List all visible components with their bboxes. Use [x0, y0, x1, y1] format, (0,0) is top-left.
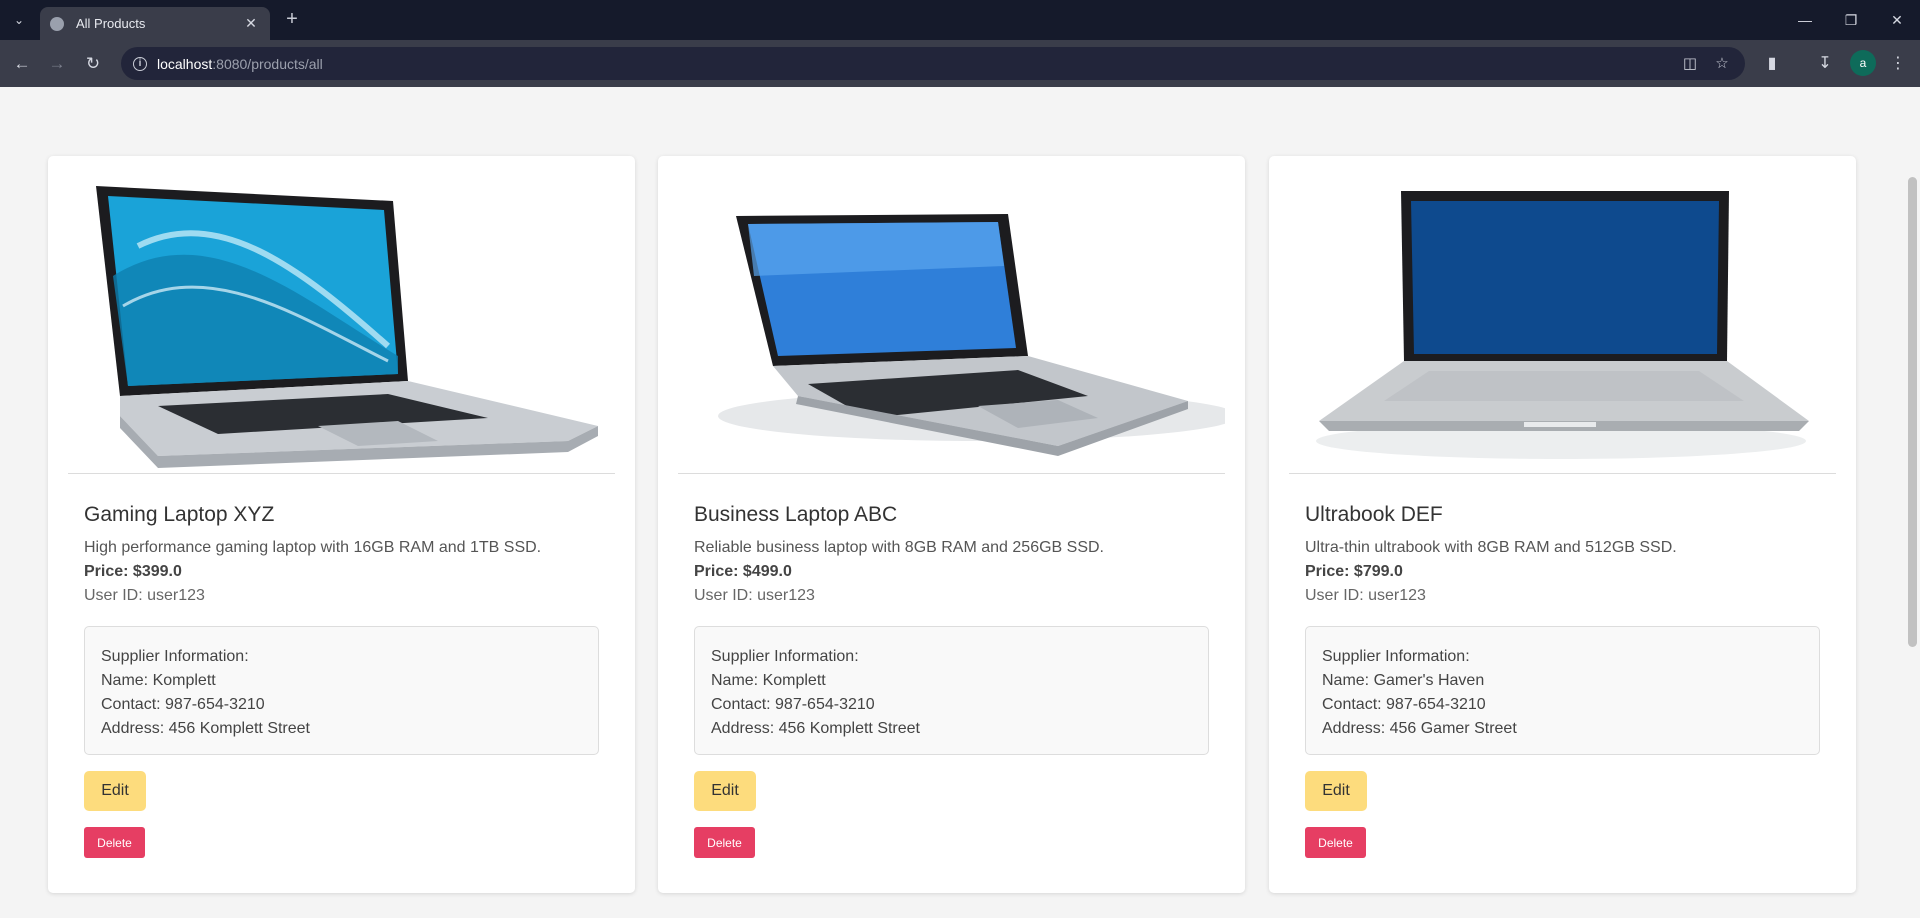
edit-button[interactable]: Edit	[84, 771, 146, 811]
bookmark-star-icon[interactable]: ☆	[1710, 54, 1734, 74]
url-path: :8080/products/all	[212, 55, 323, 72]
product-price: Price: $499.0	[694, 563, 792, 580]
globe-icon	[50, 16, 64, 31]
supplier-contact: Contact: 987-654-3210	[1322, 696, 1486, 713]
product-card: Gaming Laptop XYZ High performance gamin…	[48, 156, 635, 893]
tab-search-chevron-icon[interactable]: ⌄	[8, 9, 30, 31]
supplier-heading: Supplier Information:	[101, 648, 249, 665]
forward-arrow-icon[interactable]: →	[45, 52, 69, 76]
delete-button[interactable]: Delete	[694, 827, 755, 858]
product-name: Business Laptop ABC	[694, 503, 898, 526]
product-user-id: User ID: user123	[694, 587, 815, 604]
download-icon[interactable]: ↧	[1813, 52, 1837, 76]
delete-button[interactable]: Delete	[84, 827, 145, 858]
tab-close-icon[interactable]: ✕	[242, 15, 260, 32]
tab-title: All Products	[76, 16, 146, 31]
supplier-name: Name: Komplett	[711, 672, 826, 689]
scrollbar-thumb[interactable]	[1908, 177, 1917, 647]
browser-tab-bar: ⌄ All Products ✕ + — ❐ ✕	[0, 0, 1920, 40]
window-close-icon[interactable]: ✕	[1882, 8, 1912, 32]
url-host: localhost	[157, 55, 213, 72]
delete-button[interactable]: Delete	[1305, 827, 1366, 858]
supplier-contact: Contact: 987-654-3210	[101, 696, 265, 713]
page-content: Gaming Laptop XYZ High performance gamin…	[0, 87, 1920, 918]
product-image	[678, 156, 1225, 474]
supplier-heading: Supplier Information:	[711, 648, 859, 665]
restore-icon[interactable]: ❐	[1836, 8, 1866, 32]
reload-icon[interactable]: ↻	[81, 52, 105, 76]
product-image	[68, 156, 615, 474]
minimize-icon[interactable]: —	[1790, 8, 1820, 32]
extensions-puzzle-icon[interactable]: ▮	[1760, 52, 1784, 76]
profile-avatar[interactable]: a	[1850, 50, 1876, 76]
supplier-info-box: Supplier Information: Name: Komplett Con…	[694, 626, 1209, 755]
supplier-info-box: Supplier Information: Name: Komplett Con…	[84, 626, 599, 755]
browser-toolbar: ← → ↻ i localhost:8080/products/all ◫ ☆ …	[0, 40, 1920, 87]
product-price: Price: $799.0	[1305, 563, 1403, 580]
supplier-contact: Contact: 987-654-3210	[711, 696, 875, 713]
browser-tab-active[interactable]: All Products ✕	[40, 7, 270, 40]
supplier-name: Name: Komplett	[101, 672, 216, 689]
product-image	[1289, 156, 1836, 474]
product-card: Business Laptop ABC Reliable business la…	[658, 156, 1245, 893]
edit-button[interactable]: Edit	[1305, 771, 1367, 811]
supplier-info-box: Supplier Information: Name: Gamer's Have…	[1305, 626, 1820, 755]
product-description: Reliable business laptop with 8GB RAM an…	[694, 539, 1104, 556]
product-name: Ultrabook DEF	[1305, 503, 1443, 526]
back-arrow-icon[interactable]: ←	[10, 52, 34, 76]
supplier-address: Address: 456 Komplett Street	[711, 720, 920, 737]
supplier-heading: Supplier Information:	[1322, 648, 1470, 665]
product-price: Price: $399.0	[84, 563, 182, 580]
product-user-id: User ID: user123	[84, 587, 205, 604]
address-bar[interactable]: i localhost:8080/products/all ◫ ☆	[121, 47, 1745, 80]
translate-icon[interactable]: ◫	[1678, 54, 1702, 74]
product-card: Ultrabook DEF Ultra-thin ultrabook with …	[1269, 156, 1856, 893]
supplier-address: Address: 456 Gamer Street	[1322, 720, 1517, 737]
product-description: Ultra-thin ultrabook with 8GB RAM and 51…	[1305, 539, 1677, 556]
menu-kebab-icon[interactable]: ⋮	[1886, 52, 1910, 76]
supplier-name: Name: Gamer's Haven	[1322, 672, 1485, 689]
product-name: Gaming Laptop XYZ	[84, 503, 275, 526]
supplier-address: Address: 456 Komplett Street	[101, 720, 310, 737]
site-info-icon[interactable]: i	[133, 56, 147, 71]
product-user-id: User ID: user123	[1305, 587, 1426, 604]
product-description: High performance gaming laptop with 16GB…	[84, 539, 542, 556]
edit-button[interactable]: Edit	[694, 771, 756, 811]
new-tab-plus-icon[interactable]: +	[281, 9, 303, 31]
